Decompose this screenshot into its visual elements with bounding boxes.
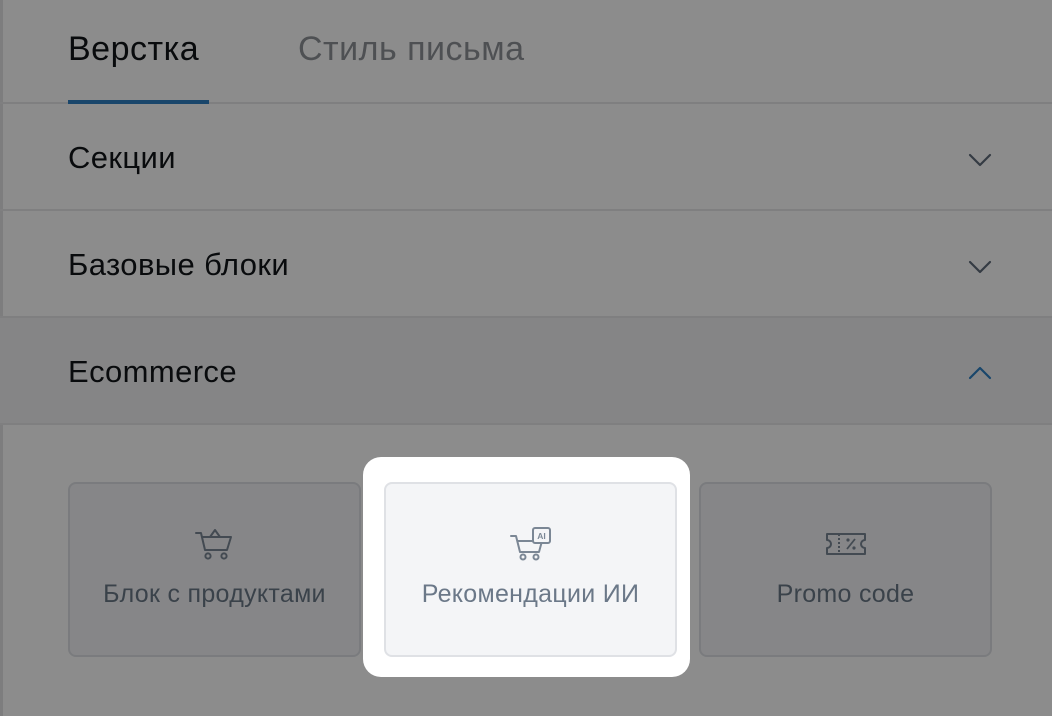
block-products-card[interactable]: Блок с продуктами — [68, 482, 361, 657]
highlight-frame: AI Рекомендации ИИ — [363, 457, 690, 677]
ticket-percent-icon — [825, 533, 866, 555]
accordion-sections-label: Секции — [68, 140, 176, 175]
tab-bar: Верстка Стиль письма — [0, 0, 1052, 104]
accordion-ecommerce-label: Ecommerce — [68, 354, 237, 389]
tab-layout[interactable]: Верстка — [68, 30, 199, 69]
accordion-base-blocks-label: Базовые блоки — [68, 247, 290, 282]
tab-email-style[interactable]: Стиль письма — [298, 30, 525, 69]
block-products-caption: Блок с продуктами — [103, 580, 326, 608]
chevron-down-icon — [968, 260, 992, 274]
promo-code-card[interactable]: Promo code — [699, 482, 992, 657]
chevron-down-icon — [968, 153, 992, 167]
promo-code-caption: Promo code — [776, 580, 915, 608]
accordion-sections[interactable]: Секции — [0, 104, 1052, 211]
accordion-base-blocks[interactable]: Базовые блоки — [0, 211, 1052, 318]
ai-recommendations-card[interactable]: AI Рекомендации ИИ — [384, 482, 677, 657]
cart-icon — [194, 529, 232, 560]
ai-cart-icon: AI — [509, 527, 551, 561]
chevron-up-icon — [968, 366, 992, 380]
svg-text:AI: AI — [537, 531, 546, 541]
ai-recommendations-caption: Рекомендации ИИ — [421, 580, 640, 608]
accordion-ecommerce[interactable]: Ecommerce — [0, 318, 1052, 425]
